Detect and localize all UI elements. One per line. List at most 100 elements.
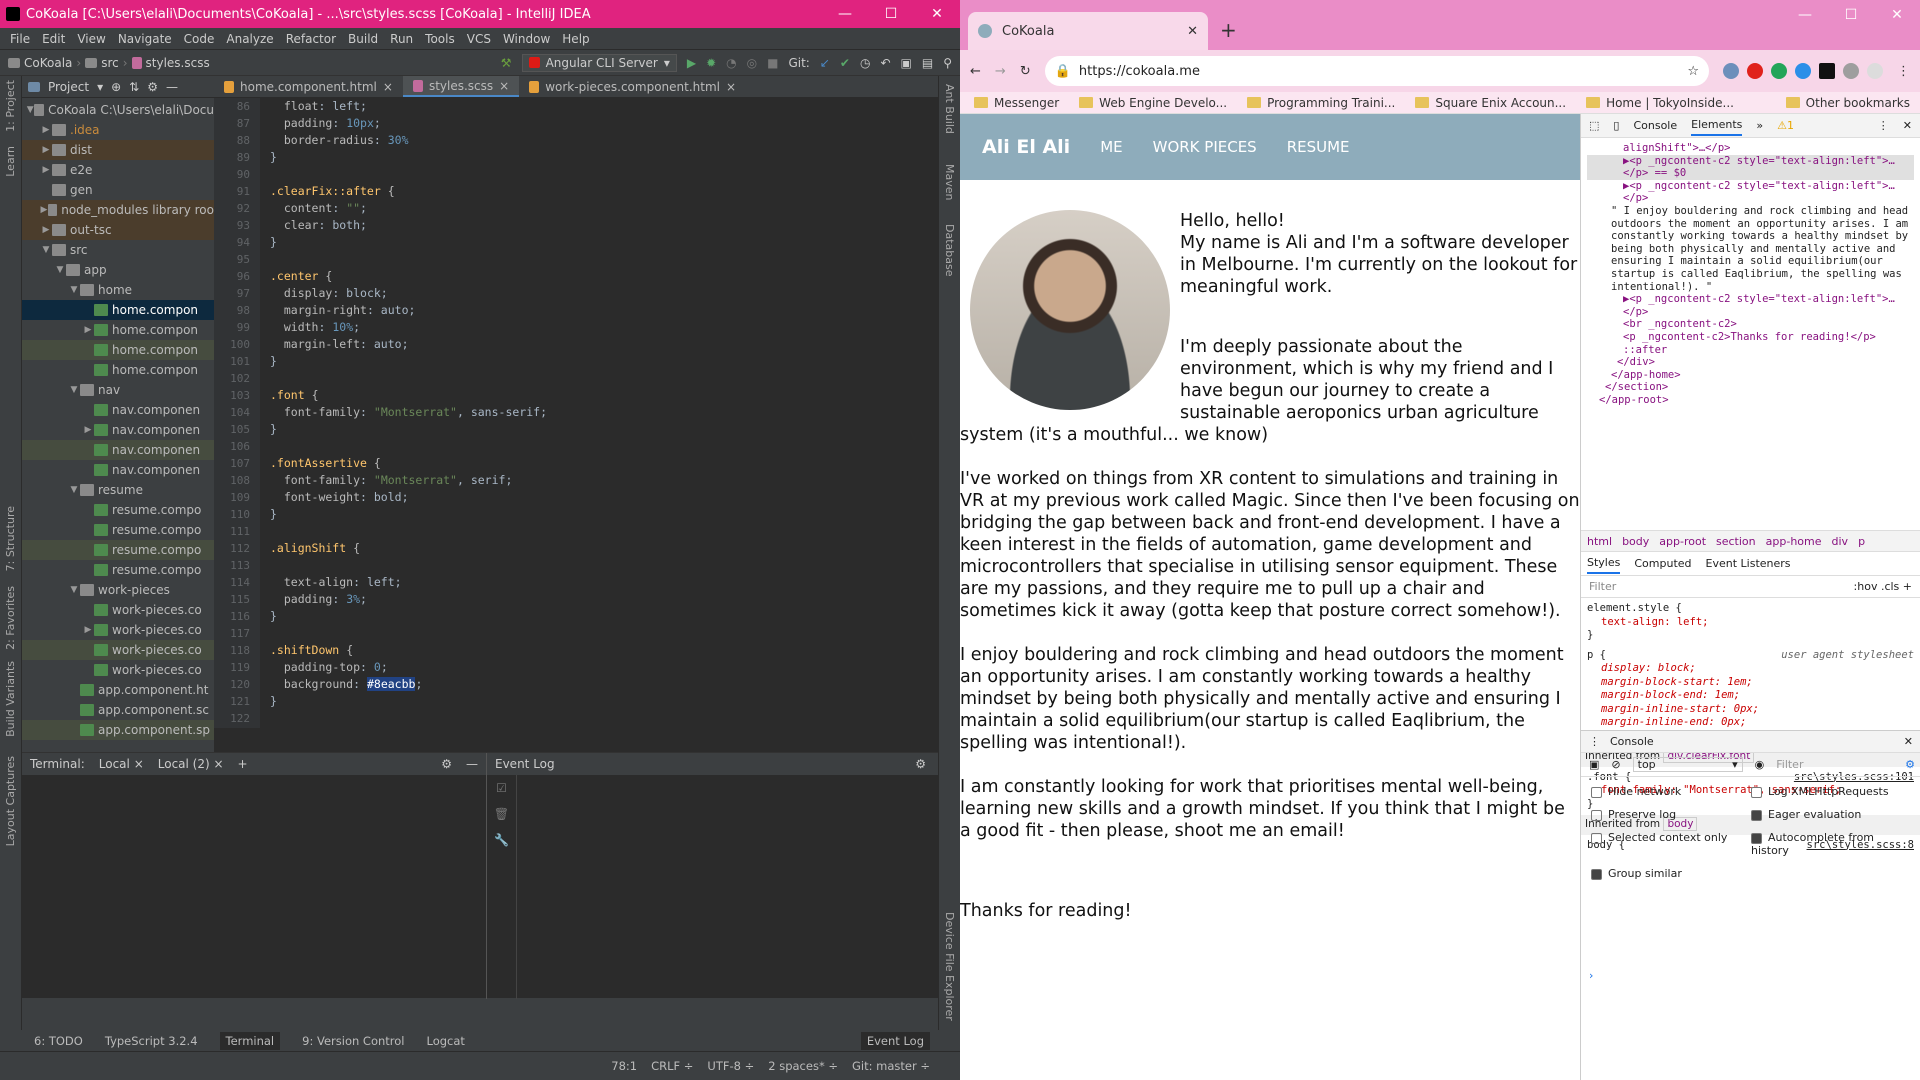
- tree-item[interactable]: work-pieces.co: [22, 660, 214, 680]
- context-select[interactable]: top ▾: [1632, 757, 1743, 772]
- history-icon[interactable]: ◷: [860, 56, 870, 70]
- close-tab-icon[interactable]: ×: [383, 80, 393, 94]
- menu-item-tools[interactable]: Tools: [419, 32, 461, 46]
- tree-item[interactable]: resume.compo: [22, 540, 214, 560]
- build-hammer-icon[interactable]: ⚒: [501, 56, 512, 70]
- device-toggle-icon[interactable]: ▯: [1613, 119, 1619, 132]
- tree-item[interactable]: ▶ out-tsc: [22, 220, 214, 240]
- expand-arrow-icon[interactable]: ▼: [40, 240, 52, 260]
- tool-tab[interactable]: Logcat: [427, 1034, 465, 1048]
- status-item[interactable]: 78:1: [611, 1059, 637, 1073]
- close-icon[interactable]: ✕: [1904, 735, 1920, 748]
- dom-node[interactable]: ▶<p _ngcontent-c2 style="text-align:left…: [1587, 154, 1914, 180]
- tree-item[interactable]: ▼ app: [22, 260, 214, 280]
- tool-tab[interactable]: 6: TODO: [34, 1034, 83, 1048]
- collapse-icon[interactable]: ⇅: [129, 80, 139, 94]
- tree-item[interactable]: ▼ src: [22, 240, 214, 260]
- close-tab-icon[interactable]: ✕: [1187, 24, 1198, 39]
- menu-icon[interactable]: ⋮: [1897, 64, 1910, 79]
- tab-terminal-local-2[interactable]: Local (2) ×: [158, 757, 224, 771]
- code-line[interactable]: margin-right: auto;: [270, 302, 938, 319]
- checkbox[interactable]: [1591, 786, 1602, 798]
- code-line[interactable]: [270, 438, 938, 455]
- stop-icon[interactable]: ■: [767, 56, 778, 70]
- gear-icon[interactable]: ⚙: [441, 757, 452, 771]
- menu-item-window[interactable]: Window: [497, 32, 556, 46]
- tool-window-maven[interactable]: Maven: [943, 164, 956, 200]
- status-item[interactable]: 2 spaces* ÷: [768, 1059, 838, 1073]
- maximize-icon[interactable]: ☐: [1828, 0, 1874, 30]
- avatar[interactable]: [1867, 63, 1883, 79]
- tree-item[interactable]: ▶ home.compon: [22, 320, 214, 340]
- new-tab-icon[interactable]: +: [1208, 18, 1249, 50]
- breadcrumb-item[interactable]: CoKoala: [24, 56, 72, 70]
- tab-elements[interactable]: Elements: [1691, 115, 1743, 136]
- extension-icon[interactable]: [1771, 63, 1787, 79]
- dom-crumb[interactable]: body: [1622, 535, 1649, 548]
- code-line[interactable]: content: "";: [270, 200, 938, 217]
- tool-window-ant-build[interactable]: Ant Build: [943, 84, 956, 134]
- checkbox[interactable]: [1591, 868, 1602, 880]
- tree-item[interactable]: ▼ nav: [22, 380, 214, 400]
- bookmark[interactable]: Programming Traini...: [1247, 96, 1395, 110]
- close-tab-icon[interactable]: ×: [726, 80, 736, 94]
- menu-item-view[interactable]: View: [71, 32, 111, 46]
- minimize-icon[interactable]: —: [822, 6, 868, 22]
- styles-tab[interactable]: Computed: [1634, 557, 1691, 570]
- console-option[interactable]: Preserve log: [1591, 808, 1751, 821]
- expand-arrow-icon[interactable]: ▶: [82, 320, 94, 340]
- layout-icon[interactable]: ▤: [922, 56, 933, 70]
- style-prop[interactable]: text-align: left;: [1601, 616, 1708, 628]
- reload-icon[interactable]: ↻: [1020, 64, 1031, 79]
- code-line[interactable]: .shiftDown {: [270, 642, 938, 659]
- coverage-icon[interactable]: ◔: [726, 56, 736, 70]
- hov-cls-controls[interactable]: :hov .cls +: [1854, 580, 1912, 593]
- tree-item[interactable]: home.compon: [22, 340, 214, 360]
- tree-item[interactable]: home.compon: [22, 300, 214, 320]
- menu-item-help[interactable]: Help: [556, 32, 595, 46]
- tab-console[interactable]: Console: [1633, 119, 1677, 132]
- dom-node[interactable]: ▶<p _ngcontent-c2 style="text-align:left…: [1587, 293, 1914, 318]
- tool-window-device-file-explorer[interactable]: Device File Explorer: [943, 912, 956, 1021]
- extension-icon[interactable]: [1723, 63, 1739, 79]
- close-icon[interactable]: ✕: [1874, 0, 1920, 30]
- debug-icon[interactable]: ✹: [706, 56, 716, 70]
- tree-item[interactable]: nav.componen: [22, 440, 214, 460]
- bookmark[interactable]: Messenger: [974, 96, 1059, 110]
- status-item[interactable]: UTF-8 ÷: [707, 1059, 754, 1073]
- console-filter-input[interactable]: Filter: [1776, 758, 1803, 771]
- filter-input[interactable]: Filter: [1589, 580, 1616, 593]
- close-icon[interactable]: ✕: [1903, 119, 1912, 132]
- tree-item[interactable]: resume.compo: [22, 560, 214, 580]
- expand-arrow-icon[interactable]: ▶: [40, 160, 52, 180]
- menu-item-refactor[interactable]: Refactor: [280, 32, 342, 46]
- expand-arrow-icon[interactable]: ▶: [40, 200, 48, 220]
- code-line[interactable]: }: [270, 421, 938, 438]
- tree-item[interactable]: ▶ .idea: [22, 120, 214, 140]
- dom-node[interactable]: ▶<p _ngcontent-c2 style="text-align:left…: [1587, 180, 1914, 205]
- code-line[interactable]: width: 10%;: [270, 319, 938, 336]
- dom-crumb[interactable]: html: [1587, 535, 1612, 548]
- tab-terminal-local[interactable]: Local ×: [99, 757, 144, 771]
- nav-link-resume[interactable]: RESUME: [1287, 138, 1350, 156]
- menu-item-analyze[interactable]: Analyze: [220, 32, 279, 46]
- extension-icon[interactable]: [1819, 63, 1835, 79]
- run-config-select[interactable]: Angular CLI Server ▾: [521, 53, 677, 72]
- bookmark[interactable]: Web Engine Develo...: [1079, 96, 1227, 110]
- menu-item-vcs[interactable]: VCS: [461, 32, 497, 46]
- minimize-icon[interactable]: —: [1782, 0, 1828, 30]
- breadcrumb-item[interactable]: styles.scss: [146, 56, 210, 70]
- tree-item[interactable]: resume.compo: [22, 520, 214, 540]
- tree-item[interactable]: app.component.sp: [22, 720, 214, 740]
- extension-icon[interactable]: [1795, 63, 1811, 79]
- code-line[interactable]: [270, 557, 938, 574]
- expand-arrow-icon[interactable]: ▼: [68, 580, 80, 600]
- site-brand[interactable]: Ali El Ali: [982, 136, 1070, 158]
- close-tab-icon[interactable]: ×: [499, 79, 509, 93]
- styles-tab[interactable]: Event Listeners: [1706, 557, 1791, 570]
- checkbox[interactable]: [1591, 832, 1602, 844]
- editor-tab[interactable]: styles.scss ×: [402, 76, 520, 97]
- code-line[interactable]: [270, 625, 938, 642]
- dom-node[interactable]: alignShift">…</p>: [1587, 142, 1914, 155]
- hide-icon[interactable]: —: [166, 80, 178, 94]
